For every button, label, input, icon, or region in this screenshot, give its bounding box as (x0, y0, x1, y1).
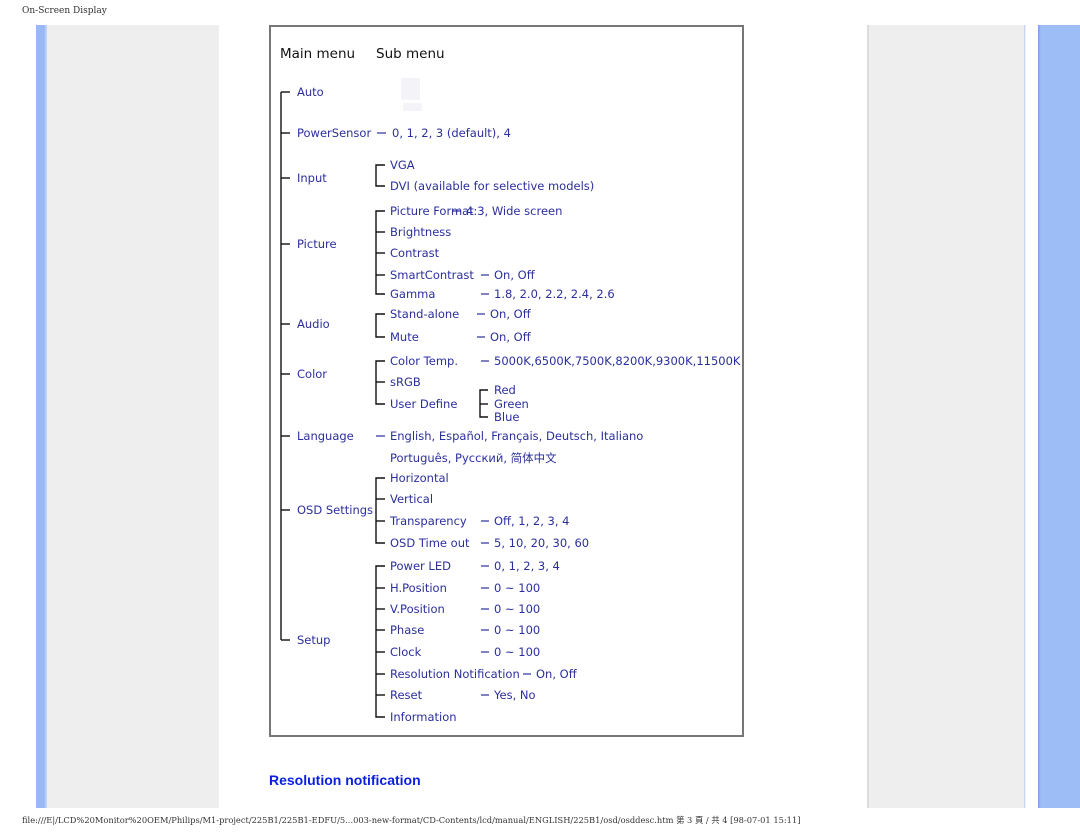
main-menu-item-auto: Auto (297, 85, 324, 99)
sub-menu-item: Transparency (389, 514, 467, 528)
sub-menu-values: 0 ~ 100 (494, 581, 540, 595)
sub-bracket-line (375, 313, 385, 338)
main-menu-item-picture: Picture (297, 237, 337, 251)
sub-menu-item: Vertical (390, 492, 433, 506)
sub-menu-item: Horizontal (390, 471, 449, 485)
placeholder-block (401, 78, 420, 100)
sub-menu-values: 0 ~ 100 (494, 645, 540, 659)
sub-menu-item: Mute (390, 330, 419, 344)
sub-menu-item: Information (390, 710, 457, 724)
sub-menu-item: Resolution Notification (390, 667, 520, 681)
sub-menu-item: VGA (390, 158, 415, 172)
sub-bracket-line (375, 164, 385, 187)
sub-menu-item: SmartContrast (390, 268, 474, 282)
left-decor-bar (36, 25, 47, 808)
sub-menu-item: Color Temp. (390, 354, 458, 368)
main-menu-item-setup: Setup (297, 633, 330, 647)
user-define-green: Green (494, 397, 529, 411)
sub-menu-values: 0, 1, 2, 3, 4 (494, 559, 560, 573)
header-main-menu: Main menu (280, 46, 355, 62)
sub-menu-values: 4:3, Wide screen (466, 204, 562, 218)
sub-menu-item: sRGB (390, 375, 421, 389)
right-divider (1024, 25, 1025, 808)
sub-menu-item: DVI (available for selective models) (390, 179, 594, 193)
sub-menu-values: On, Off (490, 307, 532, 321)
powersensor-values: 0, 1, 2, 3 (default), 4 (392, 126, 511, 140)
main-menu-item-osd-settings: OSD Settings (297, 503, 373, 517)
user-define-blue: Blue (494, 410, 519, 424)
sub-menu-item: Reset (390, 688, 423, 702)
right-panel (867, 25, 1026, 808)
page-footer: file:///E|/LCD%20Monitor%20OEM/Philips/M… (22, 815, 801, 825)
sub-menu-item: Phase (390, 623, 424, 637)
page-header: On-Screen Display (22, 6, 107, 16)
main-menu-item-color: Color (297, 367, 327, 381)
user-define-red: Red (494, 383, 516, 397)
osd-menu-diagram: Main menu Sub menu Auto PowerSensor 0, 1, 2,… (269, 25, 744, 737)
sub-menu-values: 5000K,6500K,7500K,8200K,9300K,11500K (494, 354, 741, 368)
sub-menu-item: Gamma (390, 287, 435, 301)
main-menu-item-language: Language (297, 429, 354, 443)
osd-menu-tree: Main menu Sub menu Auto PowerSensor 0, 1, 2,… (280, 46, 741, 724)
sub-menu-values: Yes, No (493, 688, 536, 702)
sub-menu-item: User Define (390, 397, 457, 411)
sub-menu-values: 5, 10, 20, 30, 60 (494, 536, 589, 550)
sub-menu-values: 1.8, 2.0, 2.2, 2.4, 2.6 (494, 287, 615, 301)
main-menu-item-powersensor: PowerSensor (297, 126, 371, 140)
sub-menu-item: Picture Format (390, 204, 474, 218)
sub-menu-item: OSD Time out (390, 536, 470, 550)
sub-menu-item: Contrast (390, 246, 440, 260)
sub-menu-values: Off, 1, 2, 3, 4 (494, 514, 570, 528)
main-menu-item-input: Input (297, 171, 327, 185)
sub-bracket-line (375, 477, 385, 544)
sub-menu-values: On, Off (494, 268, 536, 282)
main-menu-item-audio: Audio (297, 317, 330, 331)
sub-menu-item: Power LED (390, 559, 451, 573)
sub-menu-item: H.Position (390, 581, 447, 595)
placeholder-block (403, 103, 422, 111)
sub-menu-values: On, Off (536, 667, 578, 681)
sub-menu-values: On, Off (490, 330, 532, 344)
sub-menu-item: Clock (390, 645, 422, 659)
sub-menu-values: 0 ~ 100 (494, 602, 540, 616)
right-decor-bar (1038, 25, 1080, 808)
section-title: Resolution notification (269, 772, 421, 788)
header-sub-menu: Sub menu (376, 46, 445, 62)
sub-menu-item: Brightness (390, 225, 451, 239)
language-values-more: Português, Русский, 简体中文 (390, 451, 557, 465)
language-values: English, Español, Français, Deutsch, Ita… (390, 429, 643, 443)
sub-menu-values: 0 ~ 100 (494, 623, 540, 637)
left-panel (47, 25, 219, 808)
sub-menu-item: V.Position (390, 602, 445, 616)
sub-menu-item: Stand-alone (390, 307, 459, 321)
